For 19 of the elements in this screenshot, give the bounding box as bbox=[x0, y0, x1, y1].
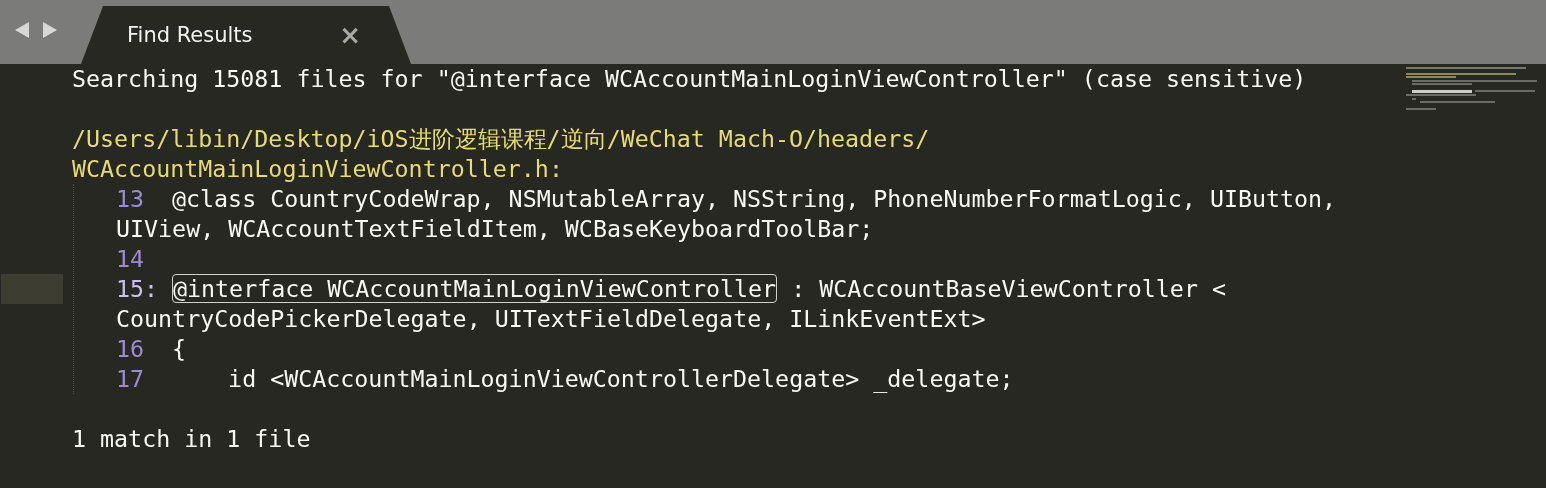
line-number: 17 bbox=[115, 364, 146, 394]
match-highlight: @interface WCAccountMainLoginViewController bbox=[172, 274, 778, 303]
file-path: /Users/libin/Desktop/iOS进阶逻辑课程/逆向/WeChat Mach-O/headers/ bbox=[72, 124, 931, 154]
code-text: { bbox=[172, 335, 187, 362]
line-number: 15: bbox=[115, 274, 160, 304]
match-summary: 1 match in 1 file bbox=[72, 424, 312, 454]
search-header: Searching 15081 files for "@interface WCAccountMainLoginViewController" (case sensitive) bbox=[72, 64, 1308, 94]
code-text: : WCAccountBaseViewController < bbox=[790, 275, 1226, 302]
back-forward-icon[interactable] bbox=[13, 20, 59, 40]
code-text: @class CountryCodeWrap, NSMutableArray, NSString, PhoneNumberFormatLogic, UIButton, bbox=[172, 185, 1337, 212]
line-number: 16 bbox=[115, 334, 146, 364]
find-results-tab[interactable]: Find Results × bbox=[81, 6, 411, 64]
line-number: 13 bbox=[115, 184, 146, 214]
line-number: 14 bbox=[115, 244, 146, 274]
code-text: UIView, WCAccountTextFieldItem, WCBaseKeyboardToolBar; bbox=[115, 214, 875, 244]
close-tab-button[interactable]: × bbox=[339, 20, 361, 50]
file-path: WCAccountMainLoginViewController.h: bbox=[72, 154, 564, 184]
code-text: id <WCAccountMainLoginViewControllerDelegate> _delegate; bbox=[227, 365, 1014, 392]
code-text: CountryCodePickerDelegate, UITextFieldDelegate, ILinkEventExt> bbox=[115, 304, 987, 334]
